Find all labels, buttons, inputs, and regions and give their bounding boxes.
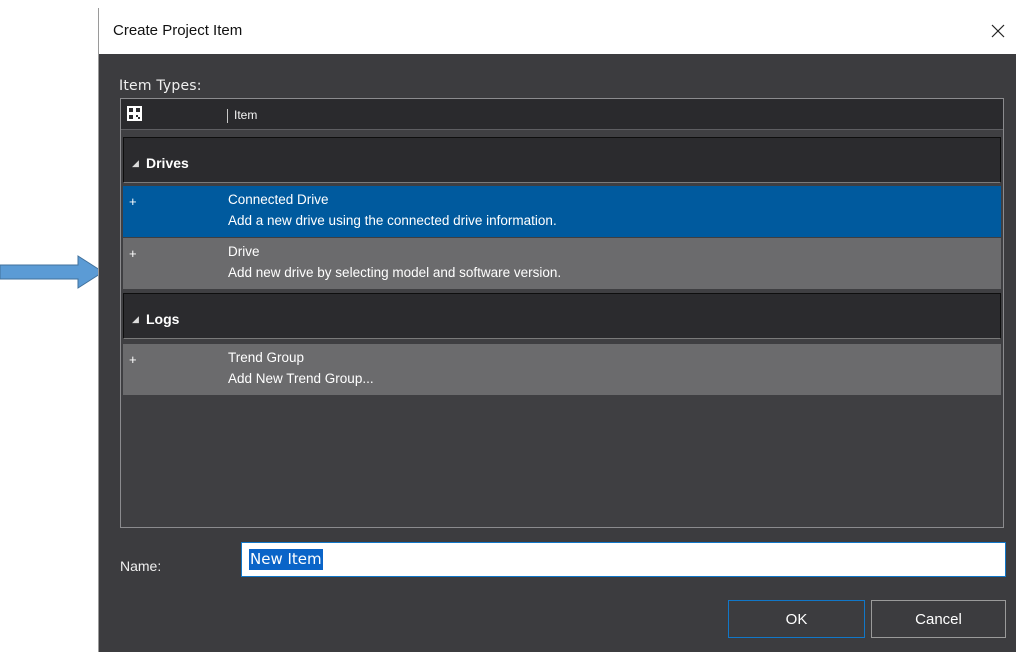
- list-item-drive[interactable]: + Drive Add new drive by selecting model…: [123, 238, 1001, 289]
- column-separator: [227, 109, 228, 123]
- item-description: Add a new drive using the connected driv…: [228, 213, 557, 228]
- title-bar: Create Project Item: [99, 8, 1016, 54]
- item-title: Drive: [228, 244, 260, 259]
- grid-header: Item: [121, 99, 1003, 130]
- item-description: Add New Trend Group...: [228, 371, 374, 386]
- group-header-drives[interactable]: ◢ Drives: [123, 137, 1001, 183]
- add-icon: +: [129, 246, 137, 261]
- item-column-header[interactable]: Item: [234, 108, 257, 122]
- group-header-logs[interactable]: ◢ Logs: [123, 293, 1001, 339]
- item-description: Add new drive by selecting model and sof…: [228, 265, 562, 280]
- pointer-arrow-icon: [0, 255, 104, 289]
- item-title: Connected Drive: [228, 192, 329, 207]
- list-item-connected-drive[interactable]: + Connected Drive Add a new drive using …: [123, 186, 1001, 237]
- grid-view-icon[interactable]: [127, 106, 142, 121]
- item-title: Trend Group: [228, 350, 305, 365]
- collapse-triangle-icon[interactable]: ◢: [132, 314, 139, 325]
- create-project-item-dialog: Create Project Item Item Types: Item ◢ D…: [98, 8, 1016, 652]
- close-icon: [991, 24, 1005, 38]
- group-name: Drives: [146, 155, 189, 171]
- collapse-triangle-icon[interactable]: ◢: [132, 158, 139, 169]
- group-name: Logs: [146, 311, 180, 327]
- name-input-value[interactable]: New Item: [249, 549, 323, 570]
- name-label: Name:: [120, 558, 162, 574]
- item-types-grid[interactable]: Item ◢ Drives + Connected Drive Add a ne…: [120, 98, 1004, 528]
- add-icon: +: [129, 352, 137, 367]
- close-button[interactable]: [982, 14, 1014, 48]
- name-input[interactable]: New Item: [241, 542, 1006, 577]
- ok-button[interactable]: OK: [728, 600, 865, 638]
- list-item-trend-group[interactable]: + Trend Group Add New Trend Group...: [123, 344, 1001, 395]
- cancel-button[interactable]: Cancel: [871, 600, 1006, 638]
- dialog-title: Create Project Item: [113, 22, 243, 39]
- item-types-label: Item Types:: [119, 78, 202, 94]
- add-icon: +: [129, 194, 137, 209]
